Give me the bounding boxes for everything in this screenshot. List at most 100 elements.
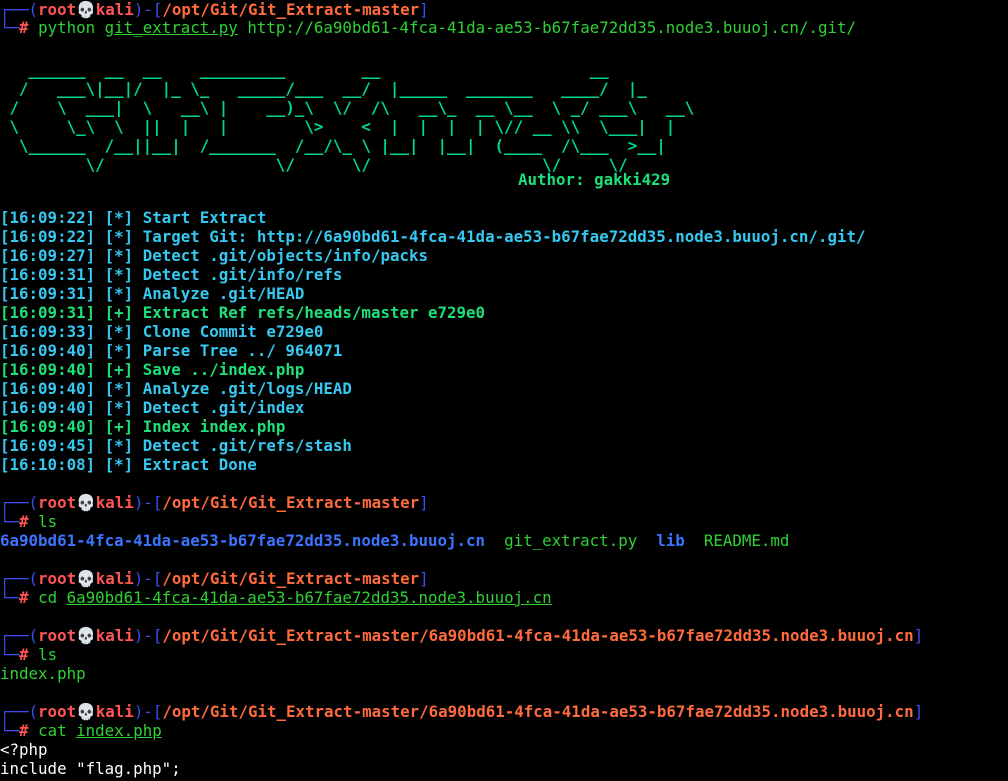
ls-entry-file: git_extract.py bbox=[504, 531, 638, 550]
log-message: Analyze .git/logs/HEAD bbox=[142, 379, 352, 398]
ls-entry-file: README.md bbox=[703, 531, 790, 550]
prompt-host: kali bbox=[95, 702, 134, 721]
prompt-corner-top: ┌──( bbox=[0, 702, 39, 721]
prompt-host: kali bbox=[95, 569, 134, 588]
log-timestamp: [16:09:33] bbox=[0, 322, 96, 341]
log-timestamp: [16:09:31] bbox=[0, 265, 96, 284]
prompt-user: root bbox=[38, 626, 77, 645]
log-tag: [*] bbox=[104, 379, 134, 398]
command-name: cd bbox=[38, 588, 58, 607]
log-timestamp: [16:10:08] bbox=[0, 455, 96, 474]
command-name: ls bbox=[38, 645, 58, 664]
log-message: Detect .git/objects/info/packs bbox=[142, 246, 429, 265]
command-line[interactable]: └─# ls bbox=[0, 512, 57, 531]
log-timestamp: [16:09:40] bbox=[0, 417, 96, 436]
terminal-window[interactable]: ┌──(root💀kali)-[/opt/Git/Git_Extract-mas… bbox=[0, 0, 1008, 781]
log-tag: [*] bbox=[104, 341, 134, 360]
prompt-corner-bottom: └─ bbox=[0, 18, 20, 37]
prompt-user: root bbox=[38, 493, 77, 512]
log-line: [16:09:31] [+] Extract Ref refs/heads/ma… bbox=[0, 303, 485, 322]
prompt-corner-bottom: └─ bbox=[0, 721, 20, 740]
prompt-line: ┌──(root💀kali)-[/opt/Git/Git_Extract-mas… bbox=[0, 0, 429, 19]
skull-icon: 💀 bbox=[76, 702, 96, 721]
command-arg: 6a90bd61-4fca-41da-ae53-b67fae72dd35.nod… bbox=[66, 588, 552, 607]
log-tag: [+] bbox=[104, 360, 134, 379]
command-line[interactable]: └─# cat index.php bbox=[0, 721, 162, 740]
skull-icon: 💀 bbox=[76, 493, 96, 512]
banner-author: Author: gakki429 bbox=[518, 170, 671, 189]
ls-entry-dir: lib bbox=[656, 531, 685, 550]
banner-line: ______ __ __ _________ __ __ bbox=[0, 60, 609, 79]
log-line: [16:09:31] [*] Analyze .git/HEAD bbox=[0, 284, 304, 303]
log-tag: [*] bbox=[104, 208, 134, 227]
log-timestamp: [16:09:22] bbox=[0, 208, 96, 227]
command-line[interactable]: └─# cd 6a90bd61-4fca-41da-ae53-b67fae72d… bbox=[0, 588, 552, 607]
prompt-bracket: )-[ bbox=[133, 569, 163, 588]
prompt-hash: # bbox=[19, 512, 29, 531]
prompt-path: /opt/Git/Git_Extract-master/6a90bd61-4fc… bbox=[162, 626, 914, 645]
prompt-corner-bottom: └─ bbox=[0, 645, 20, 664]
log-line: [16:09:33] [*] Clone Commit e729e0 bbox=[0, 322, 323, 341]
log-line: [16:09:22] [*] Target Git: http://6a90bd… bbox=[0, 227, 866, 246]
log-tag: [*] bbox=[104, 322, 134, 341]
prompt-path: /opt/Git/Git_Extract-master bbox=[162, 0, 420, 19]
log-message: Save ../index.php bbox=[142, 360, 305, 379]
skull-icon: 💀 bbox=[76, 569, 96, 588]
prompt-bracket: )-[ bbox=[133, 702, 163, 721]
prompt-user: root bbox=[38, 702, 77, 721]
prompt-bracket: )-[ bbox=[133, 626, 163, 645]
prompt-bracket: )-[ bbox=[133, 493, 163, 512]
skull-icon: 💀 bbox=[76, 0, 96, 19]
command-arg-url: http://6a90bd61-4fca-41da-ae53-b67fae72d… bbox=[247, 18, 857, 37]
prompt-host: kali bbox=[95, 626, 134, 645]
banner-line: \______ /__||__| /_______ /__/\_ \ |__| … bbox=[0, 136, 666, 155]
prompt-user: root bbox=[38, 569, 77, 588]
log-timestamp: [16:09:40] bbox=[0, 398, 96, 417]
log-message: Extract Ref refs/heads/master e729e0 bbox=[142, 303, 486, 322]
log-message: Detect .git/info/refs bbox=[142, 265, 343, 284]
prompt-bracket-close: ] bbox=[419, 569, 429, 588]
log-message: Clone Commit e729e0 bbox=[142, 322, 324, 341]
ls-entry-file: index.php bbox=[0, 664, 86, 683]
log-message: Target Git: http://6a90bd61-4fca-41da-ae… bbox=[142, 227, 866, 246]
prompt-bracket-close: ] bbox=[419, 493, 429, 512]
log-tag: [+] bbox=[104, 303, 134, 322]
prompt-hash: # bbox=[19, 721, 29, 740]
log-line: [16:10:08] [*] Extract Done bbox=[0, 455, 257, 474]
prompt-hash: # bbox=[19, 645, 29, 664]
prompt-hash: # bbox=[19, 588, 29, 607]
prompt-corner-bottom: └─ bbox=[0, 512, 20, 531]
log-timestamp: [16:09:27] bbox=[0, 246, 96, 265]
log-tag: [*] bbox=[104, 436, 134, 455]
cat-output-line: <?php bbox=[0, 740, 48, 759]
prompt-line: ┌──(root💀kali)-[/opt/Git/Git_Extract-mas… bbox=[0, 493, 429, 512]
log-message: Parse Tree ../ 964071 bbox=[142, 341, 343, 360]
log-line: [16:09:27] [*] Detect .git/objects/info/… bbox=[0, 246, 428, 265]
log-message: Analyze .git/HEAD bbox=[142, 284, 305, 303]
prompt-corner-top: ┌──( bbox=[0, 0, 39, 19]
prompt-user: root bbox=[38, 0, 77, 19]
log-tag: [*] bbox=[104, 398, 134, 417]
log-message: Detect .git/refs/stash bbox=[142, 436, 352, 455]
command-line[interactable]: └─# python git_extract.py http://6a90bd6… bbox=[0, 18, 856, 37]
log-timestamp: [16:09:31] bbox=[0, 284, 96, 303]
log-line: [16:09:40] [*] Parse Tree ../ 964071 bbox=[0, 341, 342, 360]
prompt-corner-top: ┌──( bbox=[0, 626, 39, 645]
prompt-host: kali bbox=[95, 0, 134, 19]
log-tag: [+] bbox=[104, 417, 134, 436]
log-message: Index index.php bbox=[142, 417, 286, 436]
log-tag: [*] bbox=[104, 227, 134, 246]
command-line[interactable]: └─# ls bbox=[0, 645, 57, 664]
command-name: cat bbox=[38, 721, 67, 740]
prompt-path: /opt/Git/Git_Extract-master bbox=[162, 569, 420, 588]
ls-output: 6a90bd61-4fca-41da-ae53-b67fae72dd35.nod… bbox=[0, 531, 789, 550]
skull-icon: 💀 bbox=[76, 626, 96, 645]
ls-output: index.php bbox=[0, 664, 86, 683]
log-timestamp: [16:09:31] bbox=[0, 303, 96, 322]
command-name: python bbox=[38, 18, 96, 37]
banner-line: \ \_\ \ || | | \> < | | | | \// __ \\ \_… bbox=[0, 117, 676, 136]
prompt-line: ┌──(root💀kali)-[/opt/Git/Git_Extract-mas… bbox=[0, 626, 923, 645]
log-line: [16:09:45] [*] Detect .git/refs/stash bbox=[0, 436, 352, 455]
log-tag: [*] bbox=[104, 455, 134, 474]
prompt-bracket: )-[ bbox=[133, 0, 163, 19]
